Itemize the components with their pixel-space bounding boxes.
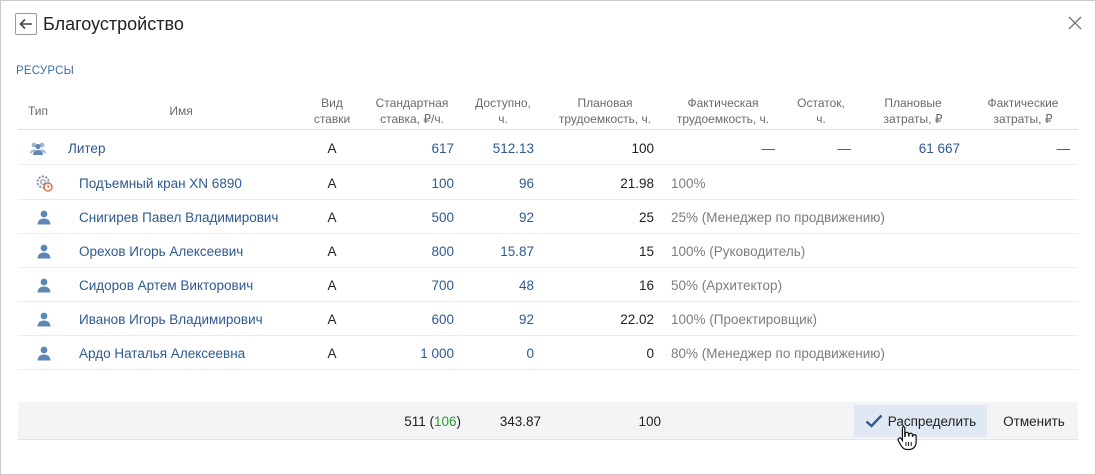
planned-effort: 25 <box>638 209 654 225</box>
rate-type: А <box>327 277 337 293</box>
actual-effort: — <box>761 140 776 156</box>
header-divider <box>18 129 1078 130</box>
section-label: РЕСУРСЫ <box>16 65 74 77</box>
standard-rate[interactable]: 600 <box>378 302 454 336</box>
remainder: — <box>837 140 852 156</box>
equipment-icon <box>36 175 53 192</box>
resource-name[interactable]: Орехов Игорь Алексеевич <box>79 234 243 268</box>
planned-cost: 61 667 <box>918 140 960 156</box>
column-header-remainder: Остаток, ч. <box>797 96 845 126</box>
rate-total-extra: 106 <box>433 413 457 429</box>
table-row[interactable]: Орехов Игорь Алексеевич А 800 15.87 15 1… <box>18 234 1078 268</box>
column-header-standard-rate: Стандартная ставка, ₽/ч. <box>375 96 449 126</box>
column-header-planned-effort: Плановая трудоемкость, ч. <box>558 96 652 126</box>
planned-effort: 15 <box>638 243 654 259</box>
resource-name[interactable]: Сидоров Артем Викторович <box>79 268 253 302</box>
person-icon <box>37 312 51 327</box>
column-header-planned-cost: Плановые затраты, ₽ <box>883 96 943 126</box>
arrow-left-icon <box>19 18 32 30</box>
dialog-title: Благоустройство <box>43 13 184 34</box>
column-header-actual-cost: Фактические затраты, ₽ <box>987 96 1059 126</box>
available-hours[interactable]: 92 <box>458 200 534 234</box>
table-row[interactable]: Литер А 617 512.13 100 — — 61 667 — <box>18 131 1078 165</box>
close-button[interactable] <box>1065 13 1085 33</box>
planned-effort: 22.02 <box>620 311 654 327</box>
column-header-actual-effort: Фактическая трудоемкость, ч. <box>676 96 770 126</box>
resource-name[interactable]: Иванов Игорь Владимирович <box>79 302 263 336</box>
standard-rate[interactable]: 100 <box>378 166 454 200</box>
standard-rate[interactable]: 800 <box>378 234 454 268</box>
rate-type: А <box>327 140 337 156</box>
available-hours[interactable]: 0 <box>458 336 534 370</box>
dialog-header: Благоустройство <box>15 12 184 36</box>
available-hours[interactable]: 48 <box>458 268 534 302</box>
column-header-rate-type: Вид ставки <box>313 96 351 126</box>
cancel-button[interactable]: Отменить <box>992 405 1076 437</box>
available-hours[interactable]: 96 <box>458 166 534 200</box>
standard-rate[interactable]: 500 <box>378 200 454 234</box>
standard-rate[interactable]: 1 000 <box>378 336 454 370</box>
hand-cursor-icon <box>897 425 917 451</box>
rate-type: А <box>327 243 337 259</box>
actual-effort: 50% (Архитектор) <box>671 277 783 293</box>
available-hours[interactable]: 92 <box>458 302 534 336</box>
standard-rate[interactable]: 617 <box>378 131 454 165</box>
rate-total: 511 (106) <box>404 413 461 429</box>
person-icon <box>37 210 51 225</box>
actual-effort: 100% <box>671 175 706 191</box>
resource-name[interactable]: Снигирев Павел Владимирович <box>79 200 278 234</box>
actual-effort: 25% (Менеджер по продвижению) <box>671 209 885 225</box>
resources-dialog: Благоустройство РЕСУРСЫ Тип Имя Вид ставк… <box>0 0 1096 475</box>
rate-type: А <box>327 345 337 361</box>
resource-name[interactable]: Подъемный кран XN 6890 <box>79 166 242 200</box>
actual-effort: 100% (Проектировщик) <box>671 311 818 327</box>
resource-name[interactable]: Ардо Наталья Алексеевна <box>79 336 245 370</box>
column-header-type: Тип <box>28 104 49 118</box>
back-button[interactable] <box>15 13 37 35</box>
available-hours[interactable]: 15.87 <box>458 234 534 268</box>
table-row[interactable]: Ардо Наталья Алексеевна А 1 000 0 0 80% … <box>18 336 1078 370</box>
planned-effort: 16 <box>638 277 654 293</box>
planned-effort-total: 100 <box>638 413 661 429</box>
person-icon <box>37 278 51 293</box>
actual-effort: 80% (Менеджер по продвижению) <box>671 345 885 361</box>
person-icon <box>37 346 51 361</box>
actual-effort: 100% (Руководитель) <box>671 243 806 259</box>
column-header-available: Доступно, ч. <box>475 96 531 126</box>
column-header-name: Имя <box>169 104 193 118</box>
rate-type: А <box>327 311 337 327</box>
actual-cost: — <box>1056 140 1071 156</box>
table-row[interactable]: Иванов Игорь Владимирович А 600 92 22.02… <box>18 302 1078 336</box>
standard-rate[interactable]: 700 <box>378 268 454 302</box>
table-row[interactable]: Подъемный кран XN 6890 А 100 96 21.98 10… <box>18 166 1078 200</box>
available-hours[interactable]: 512.13 <box>458 131 534 165</box>
rate-type: А <box>327 175 337 191</box>
checkmark-icon <box>865 414 883 428</box>
distribute-button[interactable]: Распределить <box>854 405 987 437</box>
available-total: 343.87 <box>499 413 541 429</box>
table-row[interactable]: Сидоров Артем Викторович А 700 48 16 50%… <box>18 268 1078 302</box>
resource-name[interactable]: Литер <box>68 131 105 165</box>
group-icon <box>30 142 46 155</box>
planned-effort: 21.98 <box>620 175 654 191</box>
rate-type: А <box>327 209 337 225</box>
planned-effort: 100 <box>631 140 654 156</box>
person-icon <box>37 244 51 259</box>
close-icon <box>1068 16 1082 30</box>
table-row[interactable]: Снигирев Павел Владимирович А 500 92 25 … <box>18 200 1078 234</box>
planned-effort: 0 <box>646 345 654 361</box>
